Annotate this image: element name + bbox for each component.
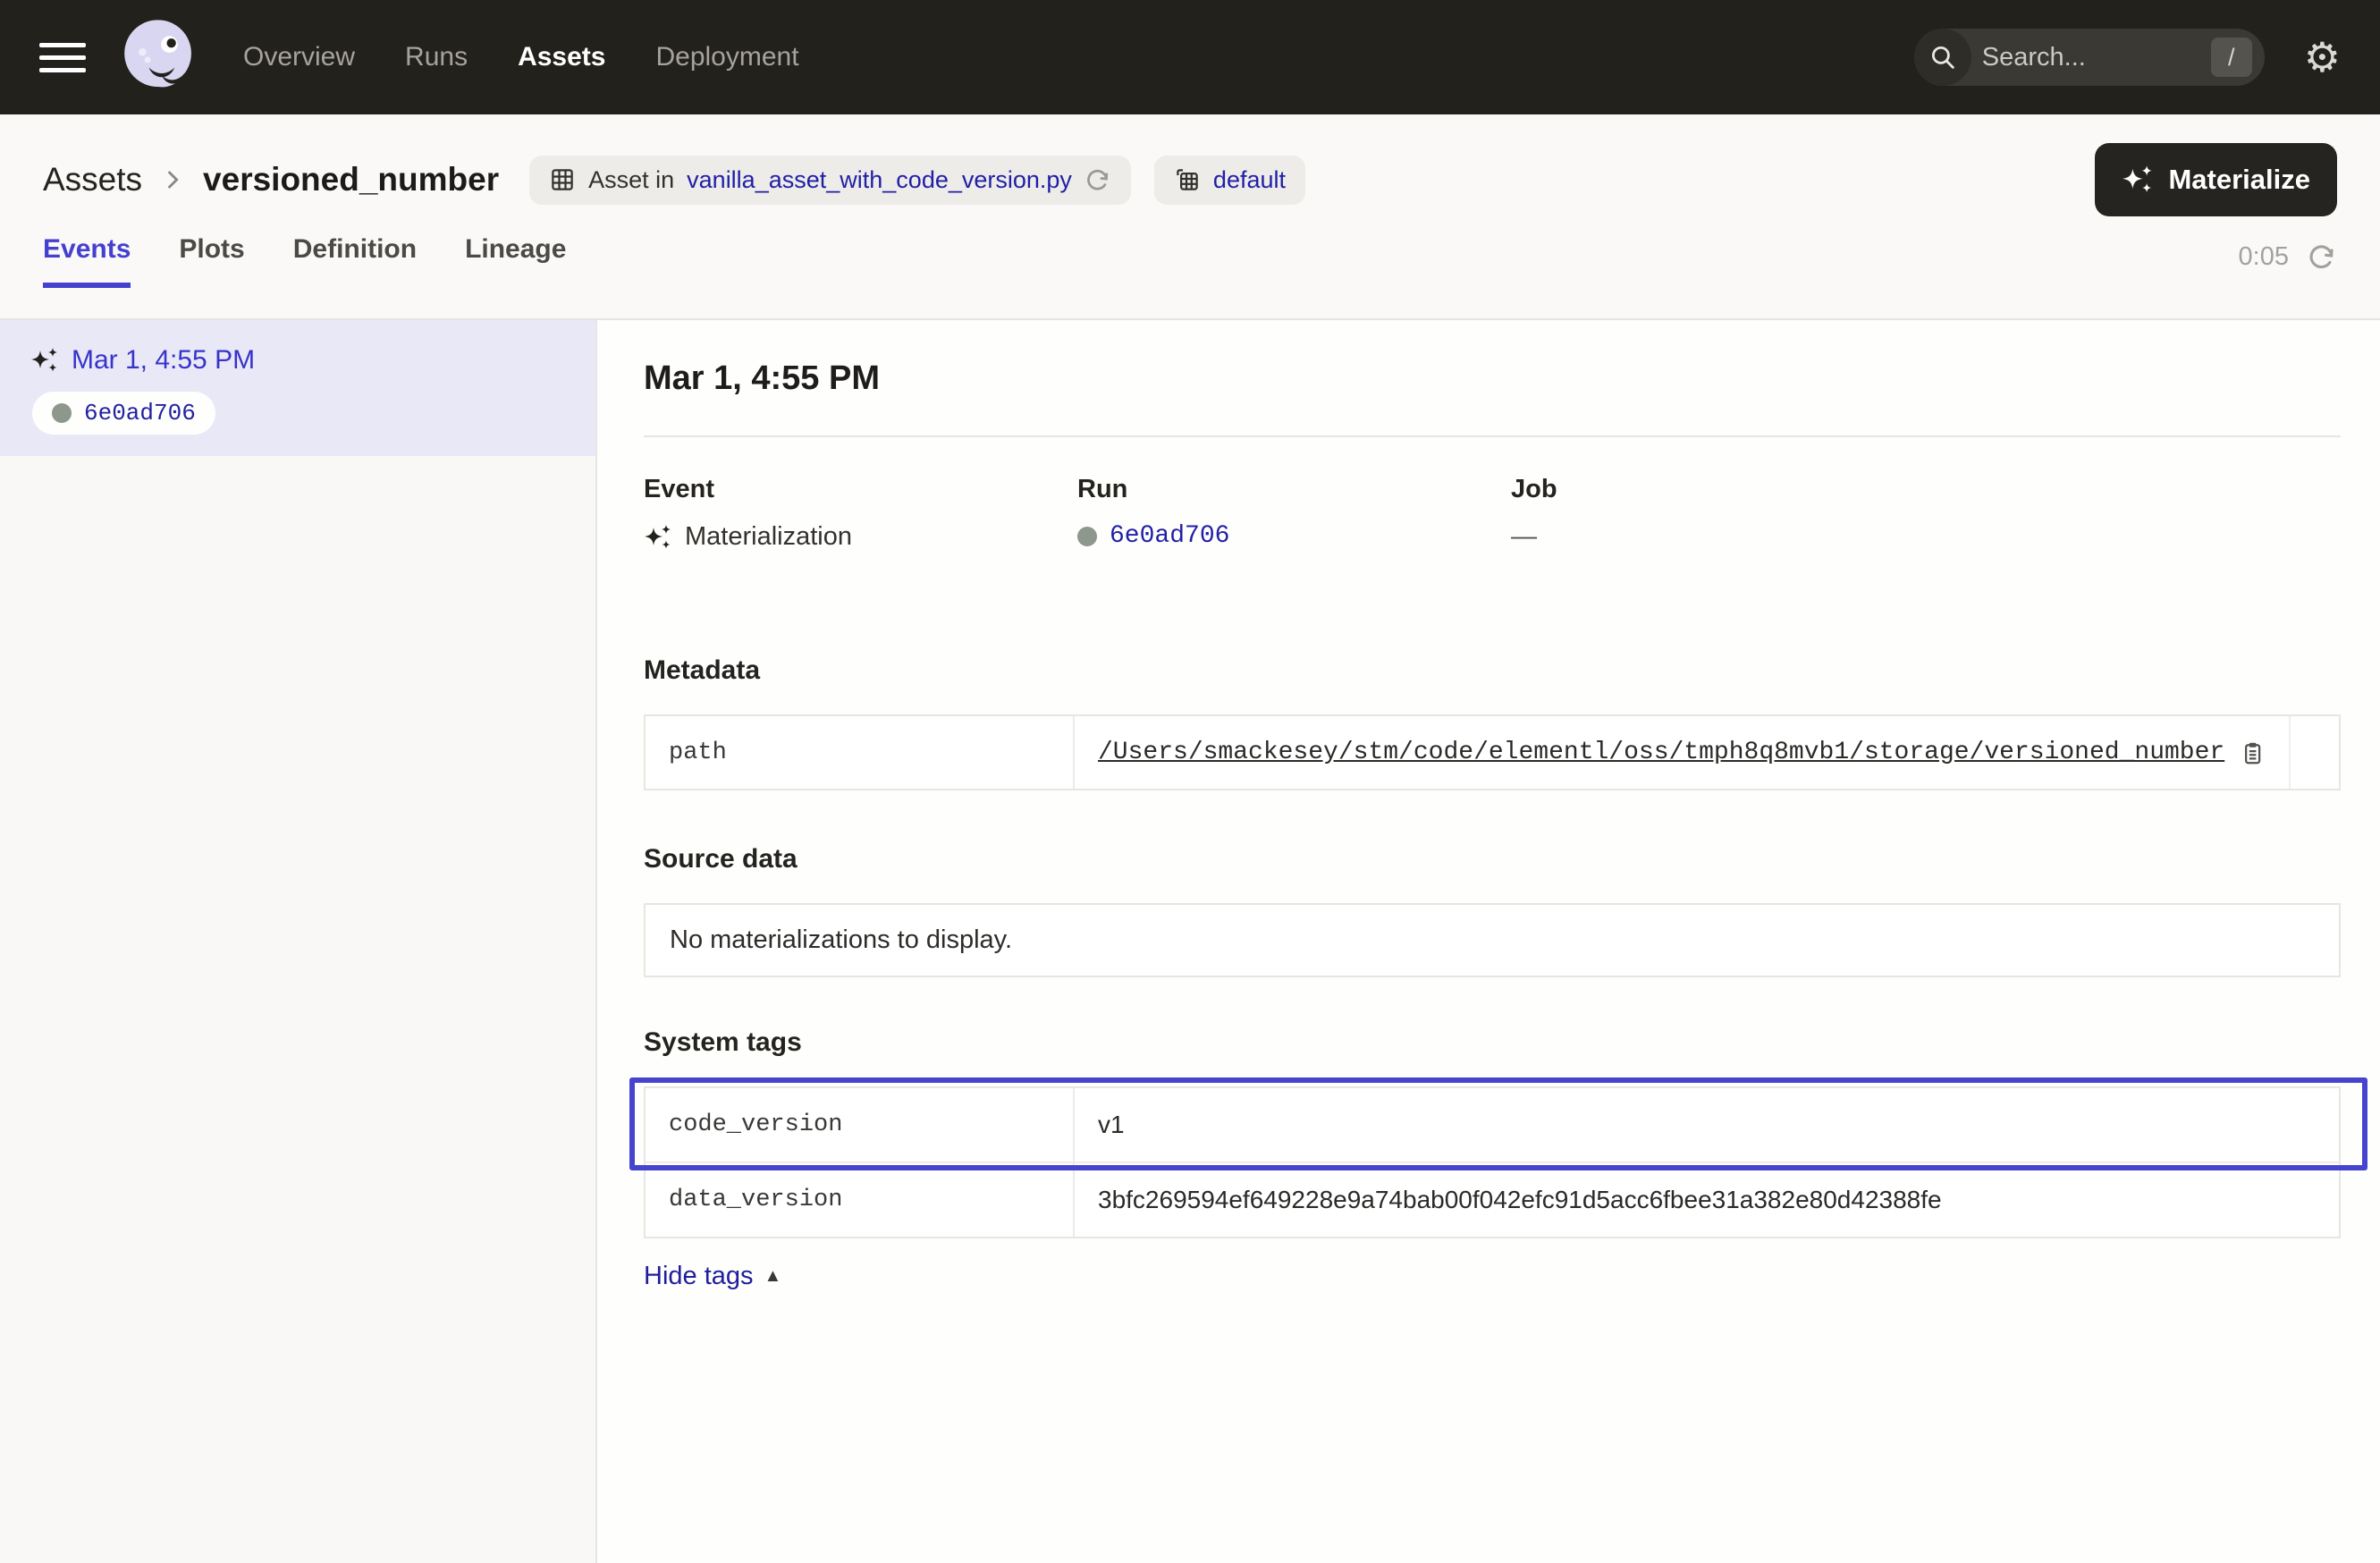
system-tag-value: v1 (1075, 1088, 2339, 1162)
breadcrumb: Assets versioned_number Asset in vanilla… (43, 114, 2337, 216)
group-default-link[interactable]: default (1213, 166, 1286, 194)
event-timestamp-link[interactable]: Mar 1, 4:55 PM (72, 345, 255, 376)
chevron-right-icon (160, 167, 185, 192)
event-list-item-selected[interactable]: Mar 1, 4:55 PM 6e0ad706 (0, 320, 595, 456)
hide-tags-link[interactable]: Hide tags ▲ (644, 1262, 781, 1291)
search-placeholder: Search... (1982, 43, 2211, 72)
tab-plots[interactable]: Plots (179, 234, 244, 288)
metadata-table: path /Users/smackesey/stm/code/elementl/… (644, 714, 2341, 790)
table-end-cell (2289, 716, 2339, 789)
search-shortcut-key: / (2211, 38, 2252, 77)
dagster-logo-icon[interactable] (118, 16, 200, 98)
top-nav: Overview Runs Assets Deployment Search..… (0, 0, 2380, 114)
grid-icon (549, 166, 576, 193)
event-detail-title: Mar 1, 4:55 PM (644, 359, 2341, 398)
run-id-link[interactable]: 6e0ad706 (1110, 522, 1229, 550)
run-id-label: 6e0ad706 (84, 400, 196, 427)
system-tags-table: code_version v1 data_version 3bfc269594e… (644, 1086, 2341, 1238)
materialize-label: Materialize (2168, 164, 2310, 196)
copy-icon[interactable] (2239, 739, 2266, 766)
page-title: versioned_number (203, 161, 499, 199)
job-column-label: Job (1511, 475, 1945, 504)
divider (644, 435, 2341, 437)
nav-item-overview[interactable]: Overview (243, 42, 355, 72)
hamburger-menu-icon[interactable] (39, 43, 86, 72)
nav-links: Overview Runs Assets Deployment (243, 42, 799, 72)
caret-up-icon: ▲ (764, 1266, 782, 1287)
asset-in-label: Asset in (588, 166, 674, 194)
event-list-sidebar: Mar 1, 4:55 PM 6e0ad706 (0, 320, 597, 1563)
job-value: — (1511, 522, 1537, 552)
run-status-dot-icon (52, 403, 72, 423)
materialize-button[interactable]: Materialize (2095, 143, 2337, 216)
search-icon (1914, 29, 1971, 86)
code-location-link[interactable]: vanilla_asset_with_code_version.py (687, 166, 1072, 194)
breadcrumb-assets-link[interactable]: Assets (43, 161, 142, 199)
sparkle-icon (2122, 164, 2154, 196)
search-input[interactable]: Search... / (1914, 29, 2265, 86)
asset-group-badge[interactable]: default (1154, 156, 1305, 205)
system-tags-heading: System tags (644, 1027, 2341, 1058)
materialization-sparkle-icon (30, 346, 59, 375)
materialization-sparkle-icon (644, 523, 672, 552)
nav-item-assets[interactable]: Assets (518, 42, 605, 72)
system-tag-key: code_version (646, 1088, 1075, 1162)
tab-definition[interactable]: Definition (293, 234, 417, 288)
metadata-key: path (646, 716, 1075, 789)
reload-icon[interactable] (1085, 166, 1111, 193)
event-detail-panel: Mar 1, 4:55 PM Event Materialization Run… (597, 320, 2380, 1563)
run-column-label: Run (1077, 475, 1511, 504)
repo-icon (1174, 166, 1201, 193)
event-column-label: Event (644, 475, 1077, 504)
nav-item-deployment[interactable]: Deployment (655, 42, 798, 72)
system-tag-key: data_version (646, 1163, 1075, 1237)
hide-tags-label: Hide tags (644, 1262, 754, 1291)
table-row: path /Users/smackesey/stm/code/elementl/… (646, 716, 2339, 789)
event-type-value: Materialization (685, 522, 852, 552)
source-data-empty-message: No materializations to display. (644, 903, 2341, 977)
table-row: code_version v1 (646, 1088, 2339, 1162)
tab-bar: Events Plots Definition Lineage (43, 234, 566, 288)
gear-icon[interactable]: ⚙ (2304, 37, 2341, 78)
run-id-pill[interactable]: 6e0ad706 (32, 392, 215, 435)
table-row: data_version 3bfc269594ef649228e9a74bab0… (646, 1162, 2339, 1237)
asset-code-location-badge[interactable]: Asset in vanilla_asset_with_code_version… (529, 156, 1131, 205)
page-header: Assets versioned_number Asset in vanilla… (0, 114, 2380, 318)
nav-item-runs[interactable]: Runs (405, 42, 468, 72)
metadata-path-link[interactable]: /Users/smackesey/stm/code/elementl/oss/t… (1098, 739, 2224, 766)
tab-events[interactable]: Events (43, 234, 131, 288)
tab-lineage[interactable]: Lineage (465, 234, 566, 288)
refresh-countdown: 0:05 (2239, 242, 2289, 272)
source-data-heading: Source data (644, 844, 2341, 874)
refresh-icon[interactable] (2307, 241, 2337, 272)
run-status-dot-icon (1077, 527, 1097, 546)
metadata-heading: Metadata (644, 655, 2341, 686)
system-tag-value: 3bfc269594ef649228e9a74bab00f042efc91d5a… (1075, 1163, 2339, 1237)
